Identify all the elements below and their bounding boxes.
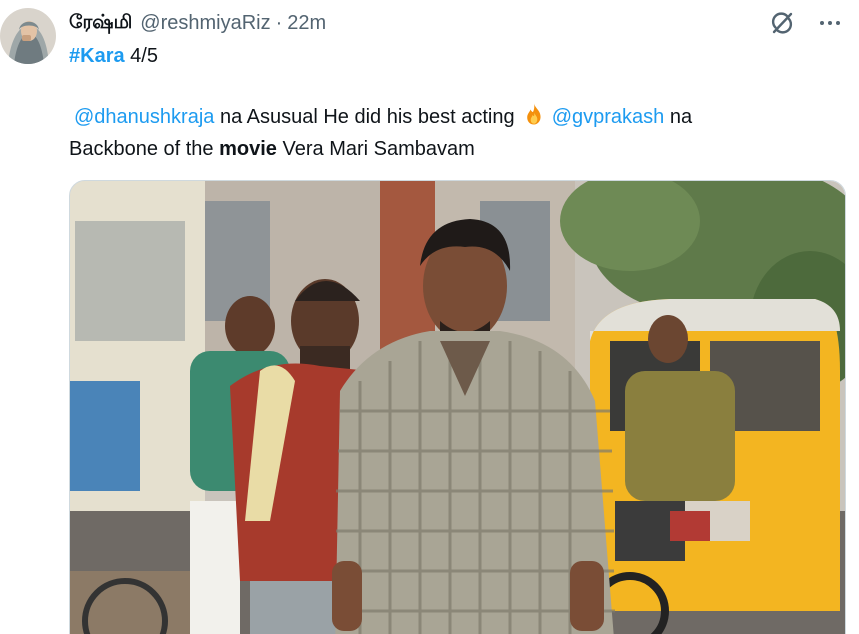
tweet-actions bbox=[769, 10, 843, 36]
tweet-header: ரேஷ்மி @reshmiyaRiz · 22m bbox=[69, 9, 326, 37]
text-part-3: Backbone of the bbox=[69, 138, 214, 160]
tweet-title-line: #Kara 4/5 bbox=[69, 42, 158, 70]
tweet: ரேஷ்மி @reshmiyaRiz · 22m #Kara 4/5 @dha… bbox=[0, 0, 859, 634]
text-part-4: Vera Mari Sambavam bbox=[282, 138, 475, 160]
mention-gvprakash[interactable]: @gvprakash bbox=[552, 106, 665, 128]
grok-button[interactable] bbox=[769, 10, 795, 36]
tweet-text: @dhanushkraja na Asusual He did his best… bbox=[69, 102, 839, 164]
movie-still-image bbox=[70, 181, 845, 634]
avatar[interactable] bbox=[0, 8, 56, 64]
bold-word: movie bbox=[219, 138, 277, 160]
text-part-2: na bbox=[669, 106, 693, 128]
more-button[interactable] bbox=[817, 10, 843, 36]
avatar-image bbox=[0, 8, 56, 64]
more-icon bbox=[820, 21, 840, 25]
tweet-text-line-1: @dhanushkraja na Asusual He did his best… bbox=[69, 102, 839, 135]
fire-emoji-icon bbox=[522, 102, 546, 135]
tweet-text-line-2: Backbone of the movie Vera Mari Sambavam bbox=[69, 135, 839, 164]
text-part-1: na Asusual He did his best acting bbox=[219, 106, 515, 128]
tweet-media-photo[interactable] bbox=[69, 180, 846, 634]
separator-dot: · bbox=[275, 11, 283, 34]
timestamp[interactable]: 22m bbox=[287, 12, 326, 35]
user-handle[interactable]: @reshmiyaRiz bbox=[140, 12, 270, 35]
rating-text: 4/5 bbox=[130, 45, 158, 67]
grok-icon bbox=[771, 12, 793, 34]
mention-dhanushkraja[interactable]: @dhanushkraja bbox=[74, 106, 214, 128]
display-name[interactable]: ரேஷ்மி bbox=[69, 11, 132, 36]
hashtag-link[interactable]: #Kara bbox=[69, 45, 125, 67]
